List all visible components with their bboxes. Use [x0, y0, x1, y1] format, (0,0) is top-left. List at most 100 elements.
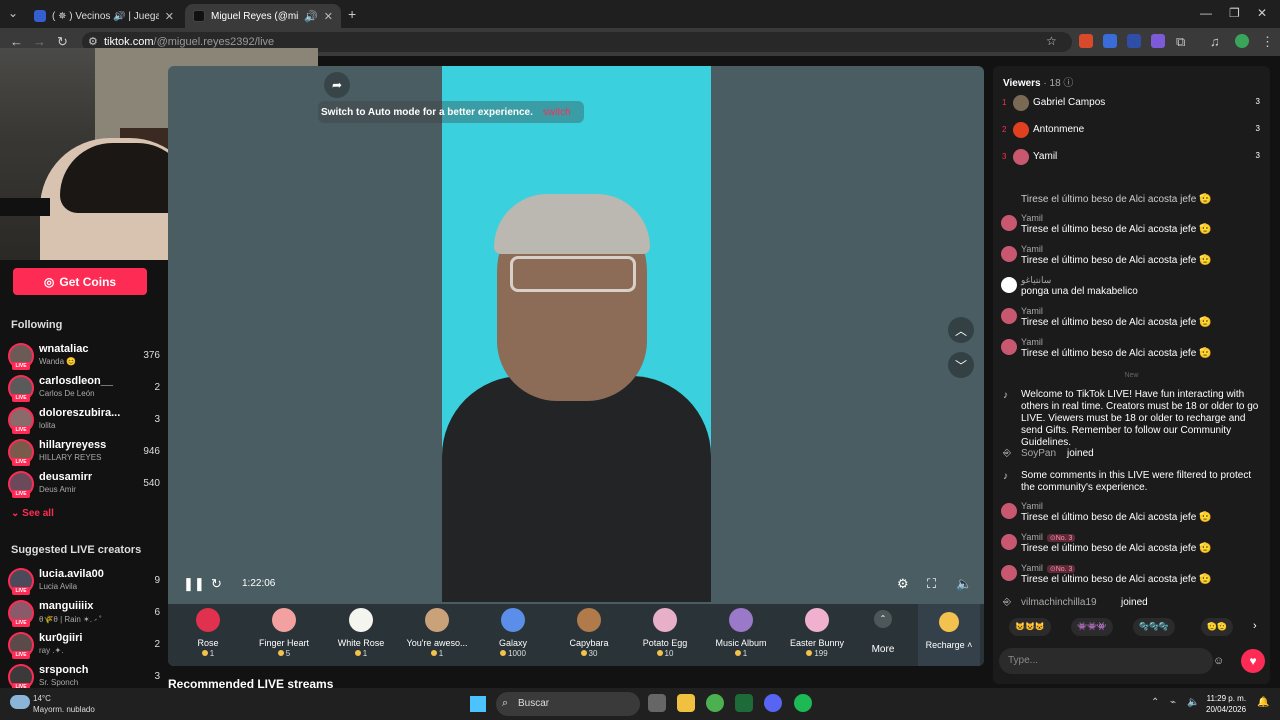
suggested-item[interactable]: LIVE manguiiiix θ🌾θ | Rain ✶. ⹝ ˚ 6 — [8, 598, 160, 628]
message-user[interactable]: Yamil — [1021, 213, 1043, 223]
message-user[interactable]: Yamil — [1021, 337, 1043, 347]
extension-icon[interactable] — [1079, 34, 1093, 48]
viewer-rank: 3 — [1002, 152, 1007, 161]
viewer-count: 2 — [154, 382, 160, 393]
recharge-button[interactable]: Recharge ˄ — [918, 604, 980, 666]
gift-name: Finger Heart — [258, 638, 310, 648]
bookmark-star-icon[interactable]: ☆ — [1046, 34, 1057, 48]
chevron-up-icon[interactable]: ⌃ — [1151, 697, 1159, 708]
discord-icon[interactable] — [764, 694, 782, 712]
emoji-picker-icon[interactable]: ☺ — [1213, 655, 1224, 667]
suggested-item[interactable]: LIVE kur0giiri ray .✦. 2 — [8, 630, 160, 660]
share-button[interactable]: ➦ — [324, 72, 350, 98]
extensions-puzzle-icon[interactable]: ⧉ — [1176, 34, 1185, 50]
minimize-icon[interactable]: — — [1200, 6, 1212, 20]
menu-kebab-icon[interactable]: ⋮ — [1261, 34, 1274, 50]
switch-link[interactable]: switch — [543, 107, 571, 118]
volume-icon[interactable]: 🔈 — [956, 576, 972, 592]
back-icon[interactable]: ← — [10, 34, 23, 49]
heart-icon: ♥ — [1249, 654, 1257, 668]
pause-icon[interactable]: ❚❚ — [183, 576, 205, 592]
notification-icon[interactable]: 🔔 — [1257, 697, 1269, 708]
message-user[interactable]: Yamil ⊙No. 3 — [1021, 563, 1076, 573]
gift-easter-bunny[interactable]: Easter Bunny 199 — [782, 608, 852, 658]
following-item[interactable]: LIVE carlosdleon__ Carlos De León 2 — [8, 373, 160, 403]
tab-roblox[interactable]: ( ✵ ) Vecinos 🔊 | Juega en Roblox ✕ — [26, 4, 182, 28]
gift-finger-heart[interactable]: Finger Heart 5 — [249, 608, 319, 658]
extension-icon[interactable] — [1127, 34, 1141, 48]
spotify-icon[interactable] — [794, 694, 812, 712]
gift-capybara[interactable]: Capybara 30 — [554, 608, 624, 658]
gift-white-rose[interactable]: White Rose 1 — [326, 608, 396, 658]
like-heart-button[interactable]: ♥ — [1241, 649, 1265, 673]
network-icon[interactable]: ⌁ — [1170, 697, 1176, 708]
emoji-chip[interactable]: 🫡🫡 — [1201, 618, 1233, 636]
forward-icon[interactable]: → — [33, 34, 46, 49]
audio-icon[interactable]: 🔊 — [304, 10, 318, 23]
site-info-icon[interactable]: ⚙ — [88, 35, 98, 48]
message-user[interactable]: Yamil — [1021, 244, 1043, 254]
top-viewer[interactable]: 2 Antonmene 3 — [1001, 121, 1263, 143]
viewer-score: 3 — [1255, 97, 1260, 106]
following-item[interactable]: LIVE wnataliac Wanda 😊 376 — [8, 341, 160, 371]
message-user[interactable]: Yamil — [1021, 501, 1043, 511]
gift-youre-awesome[interactable]: You're aweso... 1 — [402, 608, 472, 658]
live-badge: LIVE — [12, 651, 30, 659]
gift-music-album[interactable]: Music Album 1 — [706, 608, 776, 658]
system-clock[interactable]: 11:29 p. m. 20/04/2026 — [1206, 693, 1246, 715]
avatar — [1013, 95, 1029, 111]
windows-start-icon[interactable] — [470, 696, 486, 712]
chevron-right-icon[interactable]: › — [1253, 620, 1257, 632]
viewer-count: 2 — [154, 639, 160, 650]
close-icon[interactable]: ✕ — [324, 10, 333, 23]
top-viewer[interactable]: 1 Gabriel Campos 3 — [1001, 94, 1263, 116]
emoji-chip[interactable]: 😺😺😺 — [1009, 618, 1051, 636]
gift-rose[interactable]: Rose 1 — [173, 608, 243, 658]
tiktok-logo-icon: ♪ — [1003, 390, 1008, 401]
suggested-item[interactable]: LIVE lucia.avila00 Lucia Avila 9 — [8, 566, 160, 596]
more-gifts-button[interactable]: ⌃ More — [868, 610, 898, 655]
live-video[interactable] — [442, 66, 711, 602]
get-coins-button[interactable]: ◎ Get Coins — [13, 268, 147, 295]
settings-gear-icon[interactable]: ⚙ — [897, 576, 909, 592]
profile-avatar-icon[interactable] — [1235, 34, 1249, 48]
tab-tiktok[interactable]: Miguel Reyes (@miguel 🔊 ✕ — [185, 4, 341, 28]
top-viewer[interactable]: 3 Yamil 3 — [1001, 148, 1263, 170]
see-all-link[interactable]: ⌄ See all — [11, 508, 54, 519]
taskbar-search[interactable]: ⌕ Buscar — [496, 692, 640, 716]
viewers-header[interactable]: Viewers · 18 ⓘ — [1003, 74, 1073, 89]
chrome-icon[interactable] — [706, 694, 724, 712]
following-item[interactable]: LIVE hillaryreyess HILLARY REYES 946 — [8, 437, 160, 467]
task-view-icon[interactable] — [648, 694, 666, 712]
message-user[interactable]: Yamil — [1021, 306, 1043, 316]
previous-live-button[interactable]: ︿ — [948, 317, 974, 343]
translate-extension-icon[interactable] — [1103, 34, 1117, 48]
close-icon[interactable]: ✕ — [165, 10, 174, 23]
chat-input[interactable]: Type... — [999, 648, 1213, 674]
emoji-chip[interactable]: 👾👾👾 — [1071, 618, 1113, 636]
gift-potato-egg[interactable]: Potato Egg 10 — [630, 608, 700, 658]
excel-icon[interactable] — [735, 694, 753, 712]
following-item[interactable]: LIVE deusamirr Deus Amir 540 — [8, 469, 160, 499]
file-explorer-icon[interactable] — [677, 694, 695, 712]
live-player[interactable]: ➦ Switch to Auto mode for a better exper… — [168, 66, 984, 666]
joined-user[interactable]: vilmachinchilla19 — [1021, 597, 1097, 608]
following-item[interactable]: LIVE doloreszubira... lolita 3 — [8, 405, 160, 435]
rose-icon — [196, 608, 220, 632]
gift-galaxy[interactable]: Galaxy 1000 — [478, 608, 548, 658]
tab-search-icon[interactable]: ⌄ — [8, 6, 18, 20]
extension-icon[interactable] — [1151, 34, 1165, 48]
new-tab-icon[interactable]: + — [348, 6, 356, 22]
restore-icon[interactable]: ❐ — [1229, 6, 1240, 20]
refresh-icon[interactable]: ↻ — [211, 576, 222, 592]
close-window-icon[interactable]: ✕ — [1257, 6, 1267, 20]
next-live-button[interactable]: ﹀ — [948, 352, 974, 378]
message-user[interactable]: Yamil ⊙No. 3 — [1021, 532, 1076, 542]
info-icon[interactable]: ⓘ — [1063, 78, 1073, 89]
emoji-chip[interactable]: 🫧🫧🫧 — [1133, 618, 1175, 636]
message-user[interactable]: سانتياغو — [1021, 275, 1051, 286]
media-controls-icon[interactable]: ♫ — [1210, 34, 1220, 49]
speaker-icon[interactable]: 🔈 — [1187, 697, 1199, 708]
fullscreen-icon[interactable]: ⛶ — [927, 576, 936, 592]
joined-user[interactable]: SoyPan — [1021, 448, 1056, 459]
